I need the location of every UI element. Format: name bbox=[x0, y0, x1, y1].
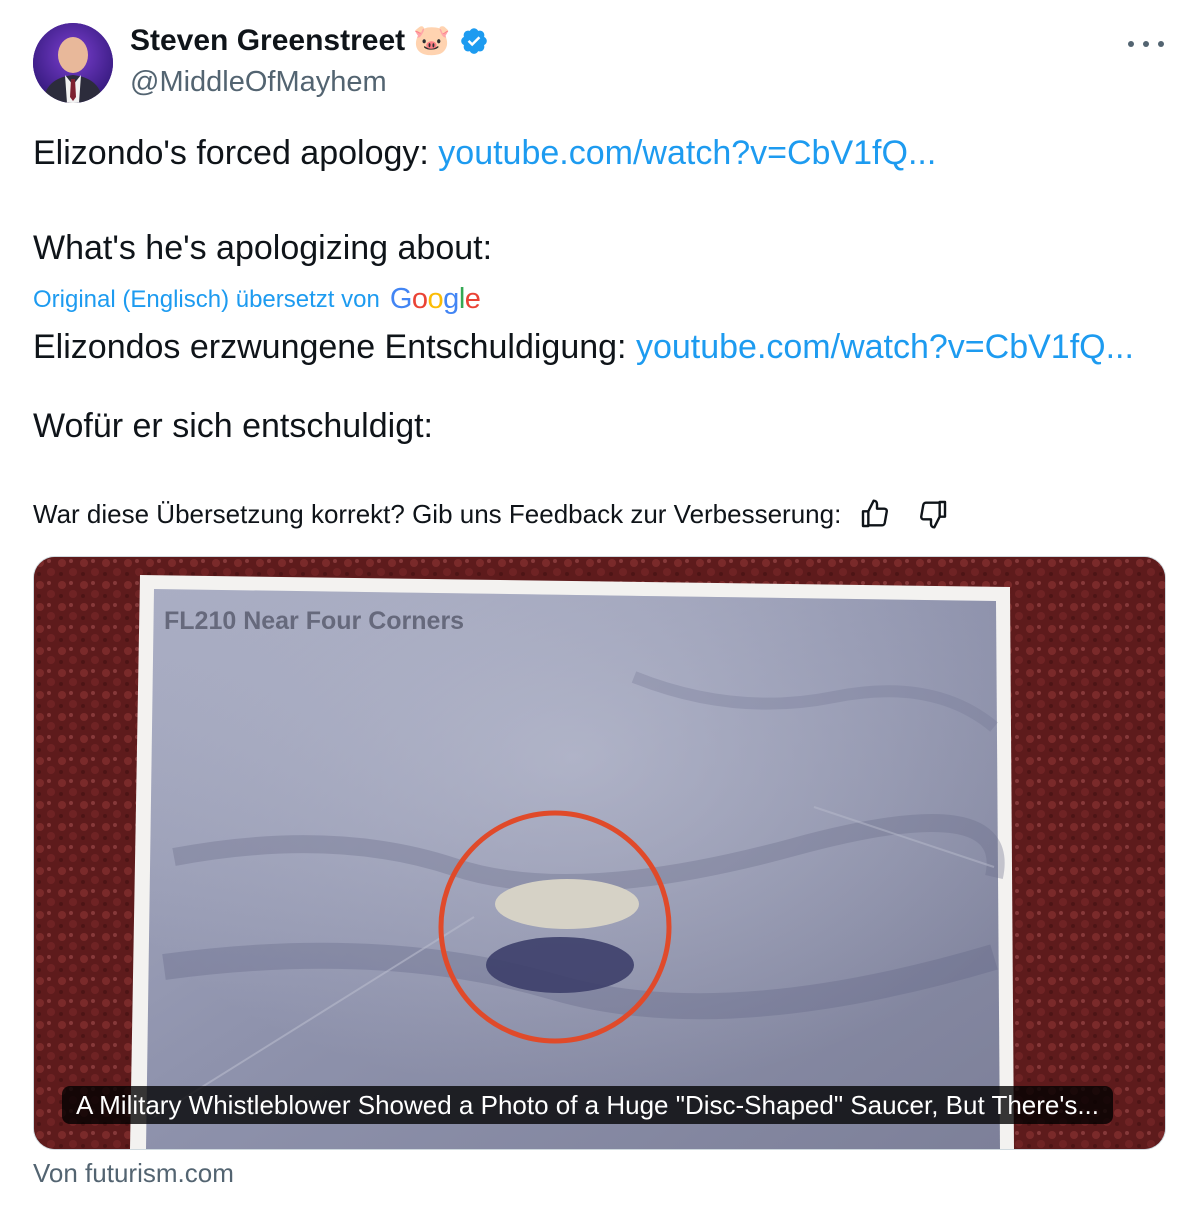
translated-line-1: Elizondos erzwungene Entschuldigung: you… bbox=[33, 328, 1134, 367]
avatar-image bbox=[33, 23, 113, 103]
verified-badge-icon[interactable] bbox=[459, 26, 489, 56]
translated-youtube-link[interactable]: youtube.com/watch?v=CbV1fQ... bbox=[636, 328, 1134, 366]
translated-text: Elizondos erzwungene Entschuldigung: bbox=[33, 328, 636, 366]
translation-label[interactable]: Original (Englisch) übersetzt von Google bbox=[33, 283, 481, 316]
avatar[interactable] bbox=[33, 23, 113, 103]
author-name-row[interactable]: Steven Greenstreet 🐷 bbox=[130, 24, 489, 58]
tweet-line-2: What's he's apologizing about: bbox=[33, 229, 493, 267]
card-image bbox=[34, 557, 1165, 1149]
author-handle[interactable]: @MiddleOfMayhem bbox=[130, 66, 387, 99]
card-source[interactable]: Von futurism.com bbox=[33, 1158, 234, 1189]
tweet-line-1: Elizondo's forced apology: youtube.com/w… bbox=[33, 134, 936, 173]
photo-label: FL210 Near Four Corners bbox=[164, 607, 465, 635]
google-logo: Google bbox=[389, 283, 481, 315]
pig-emoji-icon: 🐷 bbox=[413, 24, 451, 57]
translated-line-2: Wofür er sich entschuldigt: bbox=[33, 407, 433, 445]
author-name[interactable]: Steven Greenstreet bbox=[130, 24, 405, 58]
thumbs-up-icon[interactable] bbox=[859, 498, 891, 530]
more-options-icon[interactable] bbox=[1128, 32, 1164, 56]
link-preview-card[interactable]: FL210 Near Four Corners A Military Whist… bbox=[33, 556, 1166, 1150]
thumbs-down-icon[interactable] bbox=[917, 498, 949, 530]
card-title[interactable]: A Military Whistleblower Showed a Photo … bbox=[62, 1086, 1114, 1124]
youtube-link[interactable]: youtube.com/watch?v=CbV1fQ... bbox=[438, 134, 936, 172]
translation-source-text[interactable]: Original (Englisch) übersetzt von bbox=[33, 286, 380, 314]
translation-feedback: War diese Übersetzung korrekt? Gib uns F… bbox=[33, 498, 949, 530]
tweet-text: Elizondo's forced apology: bbox=[33, 134, 439, 172]
feedback-prompt: War diese Übersetzung korrekt? Gib uns F… bbox=[33, 498, 842, 529]
